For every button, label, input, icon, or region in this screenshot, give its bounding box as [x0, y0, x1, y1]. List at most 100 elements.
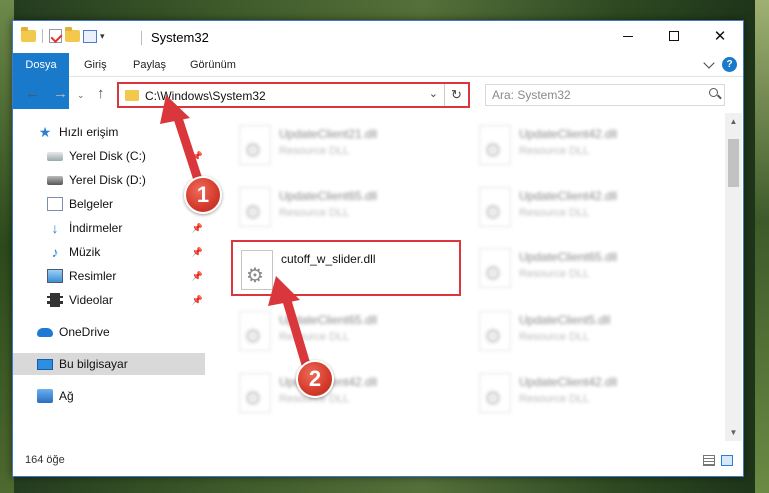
dll-file-icon — [241, 250, 273, 290]
tab-view[interactable]: Görünüm — [190, 53, 236, 77]
pin-icon[interactable]: 📌 — [192, 247, 203, 258]
dll-file-icon — [239, 187, 271, 227]
sidebar-item-quick-access[interactable]: ★ Hızlı erişim — [13, 121, 205, 143]
file-item[interactable]: UpdateClient42.dll Resource DLL — [471, 117, 701, 173]
file-item[interactable]: UpdateClient5.dll Resource DLL — [471, 303, 701, 359]
sidebar-item-music[interactable]: ♪ Müzik 📌 — [13, 241, 205, 263]
maximize-icon — [669, 31, 679, 41]
background-right — [755, 0, 769, 493]
new-folder-icon[interactable] — [65, 27, 80, 42]
folder-icon — [125, 90, 139, 101]
pin-icon[interactable]: 📌 — [192, 223, 203, 234]
file-name: UpdateClient65.dll — [519, 250, 618, 264]
dll-file-icon — [239, 125, 271, 165]
file-type: Resource DLL — [519, 145, 590, 157]
folder-icon — [21, 27, 36, 42]
file-item[interactable]: UpdateClient42.dll Resource DLL — [471, 365, 701, 421]
navigation-pane: ★ Hızlı erişim Yerel Disk (C:) 📌 Yerel D… — [13, 113, 205, 443]
file-item[interactable]: UpdateClient65.dll Resource DLL — [471, 240, 701, 296]
minimize-button[interactable] — [605, 21, 651, 51]
sidebar-item-label: Resimler — [69, 269, 117, 283]
large-icons-view-icon[interactable] — [721, 455, 733, 466]
tab-share[interactable]: Paylaş — [133, 53, 166, 77]
file-item[interactable]: UpdateClient65.dll Resource DLL — [231, 303, 461, 359]
file-item[interactable]: UpdateClient42.dll Resource DLL — [231, 365, 461, 421]
up-button[interactable]: ↑ — [97, 85, 105, 102]
search-input[interactable] — [486, 85, 686, 105]
documents-icon — [47, 197, 63, 211]
back-button[interactable]: ← — [25, 85, 40, 102]
pin-icon[interactable]: 📌 — [192, 271, 203, 282]
details-view-icon[interactable] — [703, 455, 715, 466]
video-icon — [47, 293, 63, 307]
file-type: Resource DLL — [519, 393, 590, 405]
sidebar-item-documents[interactable]: Belgeler 📌 — [13, 193, 205, 215]
dll-file-icon — [479, 373, 511, 413]
close-button[interactable]: ✕ — [697, 21, 743, 51]
tab-home[interactable]: Giriş — [84, 53, 107, 77]
sidebar-item-onedrive[interactable]: OneDrive — [13, 321, 205, 343]
computer-icon — [37, 358, 53, 370]
search-box[interactable] — [485, 84, 725, 106]
dll-file-icon — [239, 373, 271, 413]
scroll-down-icon[interactable]: ▼ — [725, 424, 742, 441]
file-list: UpdateClient21.dll Resource DLL UpdateCl… — [209, 113, 721, 441]
explorer-window: ▾ System32 ✕ Dosya Giriş Paylaş Görünüm … — [12, 20, 744, 477]
star-icon: ★ — [38, 124, 52, 140]
file-item[interactable]: UpdateClient42.dll Resource DLL — [471, 179, 701, 235]
sidebar-item-label: OneDrive — [59, 325, 110, 339]
dll-file-icon — [479, 187, 511, 227]
maximize-button[interactable] — [651, 21, 697, 51]
sidebar-item-downloads[interactable]: ↓ İndirmeler 📌 — [13, 217, 205, 239]
customize-dropdown-icon[interactable]: ▾ — [100, 31, 105, 42]
vertical-scrollbar[interactable]: ▲ ▼ — [725, 113, 742, 441]
dll-file-icon — [479, 248, 511, 288]
file-name: UpdateClient42.dll — [519, 375, 618, 389]
address-bar[interactable]: C:\Windows\System32 ⌄ ↻ — [117, 82, 470, 108]
sidebar-item-label: İndirmeler — [69, 221, 123, 235]
dll-file-icon — [239, 311, 271, 351]
expand-ribbon-icon[interactable] — [703, 57, 715, 69]
properties-check-icon[interactable] — [49, 29, 62, 43]
close-icon: ✕ — [713, 28, 727, 45]
status-bar: 164 öğe — [13, 446, 743, 476]
minimize-icon — [623, 35, 633, 37]
pin-icon[interactable]: 📌 — [192, 295, 203, 306]
dll-file-icon — [479, 125, 511, 165]
sidebar-item-label: Yerel Disk (D:) — [69, 173, 146, 187]
file-item[interactable]: UpdateClient65.dll Resource DLL — [231, 179, 461, 235]
scroll-up-icon[interactable]: ▲ — [725, 113, 742, 130]
sidebar-item-label: Bu bilgisayar — [59, 357, 128, 371]
file-name: UpdateClient42.dll — [519, 127, 618, 141]
file-type: Resource DLL — [519, 207, 590, 219]
sidebar-item-disk-c[interactable]: Yerel Disk (C:) 📌 — [13, 145, 205, 167]
drive-icon — [47, 151, 63, 161]
sidebar-item-disk-d[interactable]: Yerel Disk (D:) 📌 — [13, 169, 205, 191]
step-1-badge: 1 — [184, 176, 222, 214]
sidebar-item-label: Hızlı erişim — [59, 125, 119, 139]
search-icon[interactable] — [709, 88, 718, 97]
sidebar-item-this-pc[interactable]: Bu bilgisayar — [13, 353, 205, 375]
view-properties-icon[interactable] — [83, 29, 97, 43]
file-name: UpdateClient21.dll — [279, 127, 378, 141]
step-2-badge: 2 — [296, 360, 334, 398]
address-dropdown-icon[interactable]: ⌄ — [429, 87, 438, 100]
forward-button[interactable]: → — [53, 85, 68, 102]
sidebar-item-videos[interactable]: Videolar 📌 — [13, 289, 205, 311]
help-icon[interactable]: ? — [722, 57, 737, 72]
file-name: UpdateClient65.dll — [279, 189, 378, 203]
sidebar-item-label: Yerel Disk (C:) — [69, 149, 146, 163]
file-item[interactable]: UpdateClient21.dll Resource DLL — [231, 117, 461, 173]
window-title: System32 — [151, 30, 209, 45]
file-type: Resource DLL — [279, 207, 350, 219]
pin-icon[interactable]: 📌 — [192, 151, 203, 162]
sidebar-item-label: Müzik — [69, 245, 101, 259]
file-name: UpdateClient65.dll — [279, 313, 378, 327]
sidebar-item-pictures[interactable]: Resimler 📌 — [13, 265, 205, 287]
file-name: cutoff_w_slider.dll — [281, 252, 376, 266]
scroll-thumb[interactable] — [728, 139, 739, 187]
refresh-button[interactable]: ↻ — [444, 84, 468, 106]
file-item-cutoff-w-slider[interactable]: cutoff_w_slider.dll — [231, 240, 461, 296]
sidebar-item-network[interactable]: Ağ — [13, 385, 205, 407]
recent-locations-icon[interactable]: ⌄ — [77, 90, 85, 101]
